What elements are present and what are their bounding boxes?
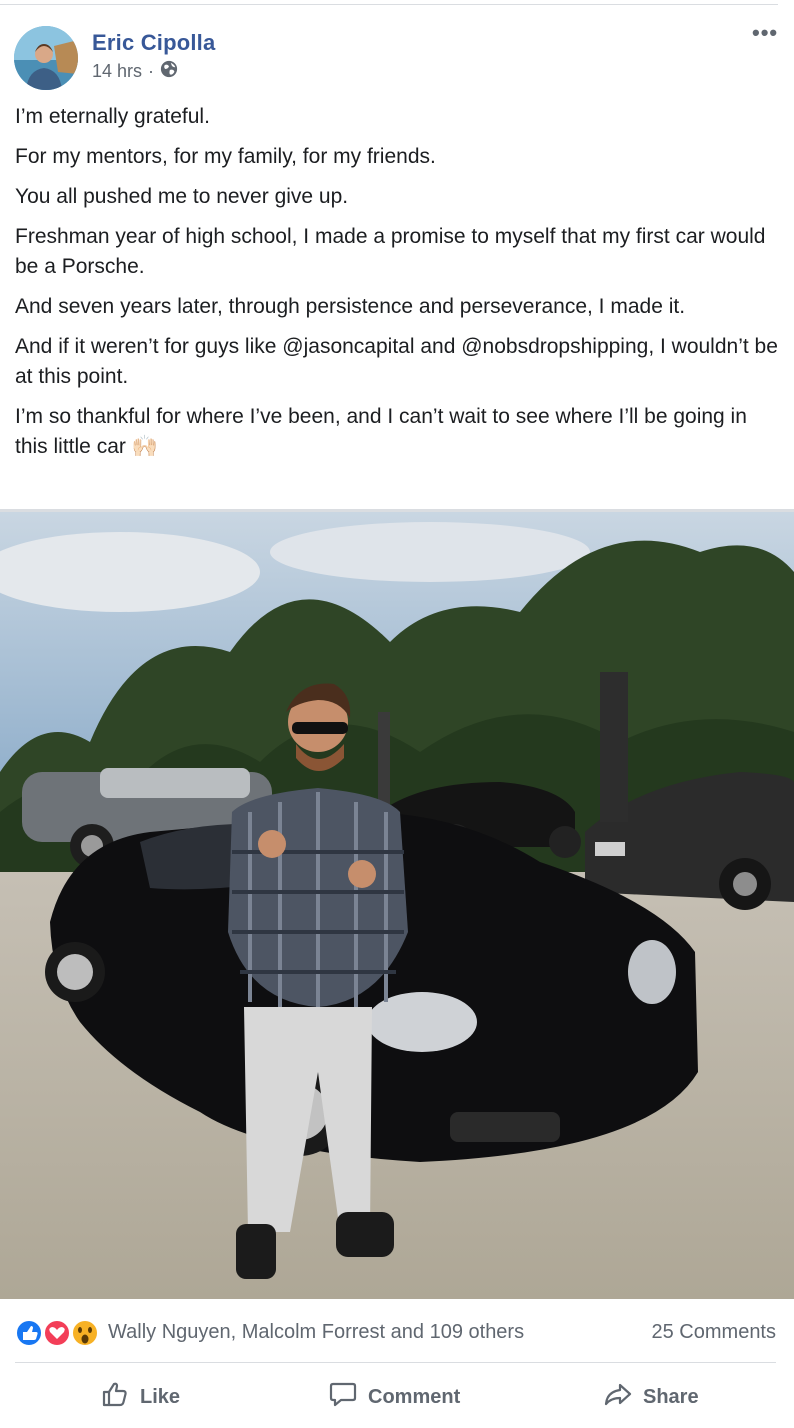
reaction-icons[interactable] [14, 1318, 104, 1348]
post-paragraph: And if it weren’t for guys like @jasonca… [15, 335, 778, 388]
avatar[interactable] [14, 26, 78, 90]
reactions-bar: Wally Nguyen, Malcolm Forrest and 109 ot… [0, 1310, 794, 1354]
thumbs-up-icon [100, 1379, 130, 1415]
comment-label: Comment [368, 1385, 461, 1408]
post-paragraph: For my mentors, for my family, for my fr… [15, 145, 436, 168]
post-paragraph: Freshman year of high school, I made a p… [15, 225, 766, 278]
reaction-summary[interactable]: Wally Nguyen, Malcolm Forrest and 109 ot… [108, 1321, 524, 1344]
actions-divider [15, 1362, 776, 1363]
photo-illustration [0, 512, 794, 1299]
avatar-image [14, 26, 78, 90]
raised-hands-emoji: 🙌🏻 [131, 435, 158, 458]
post-paragraph: I’m eternally grateful. [15, 105, 210, 128]
post-text: I’m eternally grateful. For my mentors, … [15, 102, 780, 472]
post-time[interactable]: 14 hrs [92, 61, 142, 82]
share-icon [603, 1379, 633, 1415]
author-name[interactable]: Eric Cipolla [92, 30, 215, 56]
wow-reaction-icon [71, 1319, 99, 1347]
like-reaction-icon [15, 1319, 43, 1347]
like-label: Like [140, 1385, 181, 1408]
comment-icon [328, 1379, 358, 1415]
comment-button[interactable]: Comment [328, 1370, 460, 1424]
globe-icon [160, 60, 178, 83]
action-bar: Like Comment Share [0, 1370, 794, 1424]
share-label: Share [643, 1385, 699, 1408]
post-paragraph-last: I’m so thankful for where I’ve been, and… [15, 402, 780, 462]
post-photo[interactable] [0, 509, 794, 1299]
comments-count[interactable]: 25 Comments [652, 1321, 777, 1344]
like-button[interactable]: Like [100, 1370, 180, 1424]
more-options-icon[interactable]: ••• [752, 20, 778, 46]
share-button[interactable]: Share [603, 1370, 699, 1424]
post-paragraph: And seven years later, through persisten… [15, 295, 686, 318]
post-paragraph-text: I’m so thankful for where I’ve been, and… [15, 405, 747, 458]
love-reaction-icon [43, 1319, 71, 1347]
time-separator: · [148, 61, 155, 81]
post-paragraph: You all pushed me to never give up. [15, 185, 349, 208]
post-meta: 14 hrs · [92, 60, 178, 83]
top-divider [0, 4, 778, 5]
